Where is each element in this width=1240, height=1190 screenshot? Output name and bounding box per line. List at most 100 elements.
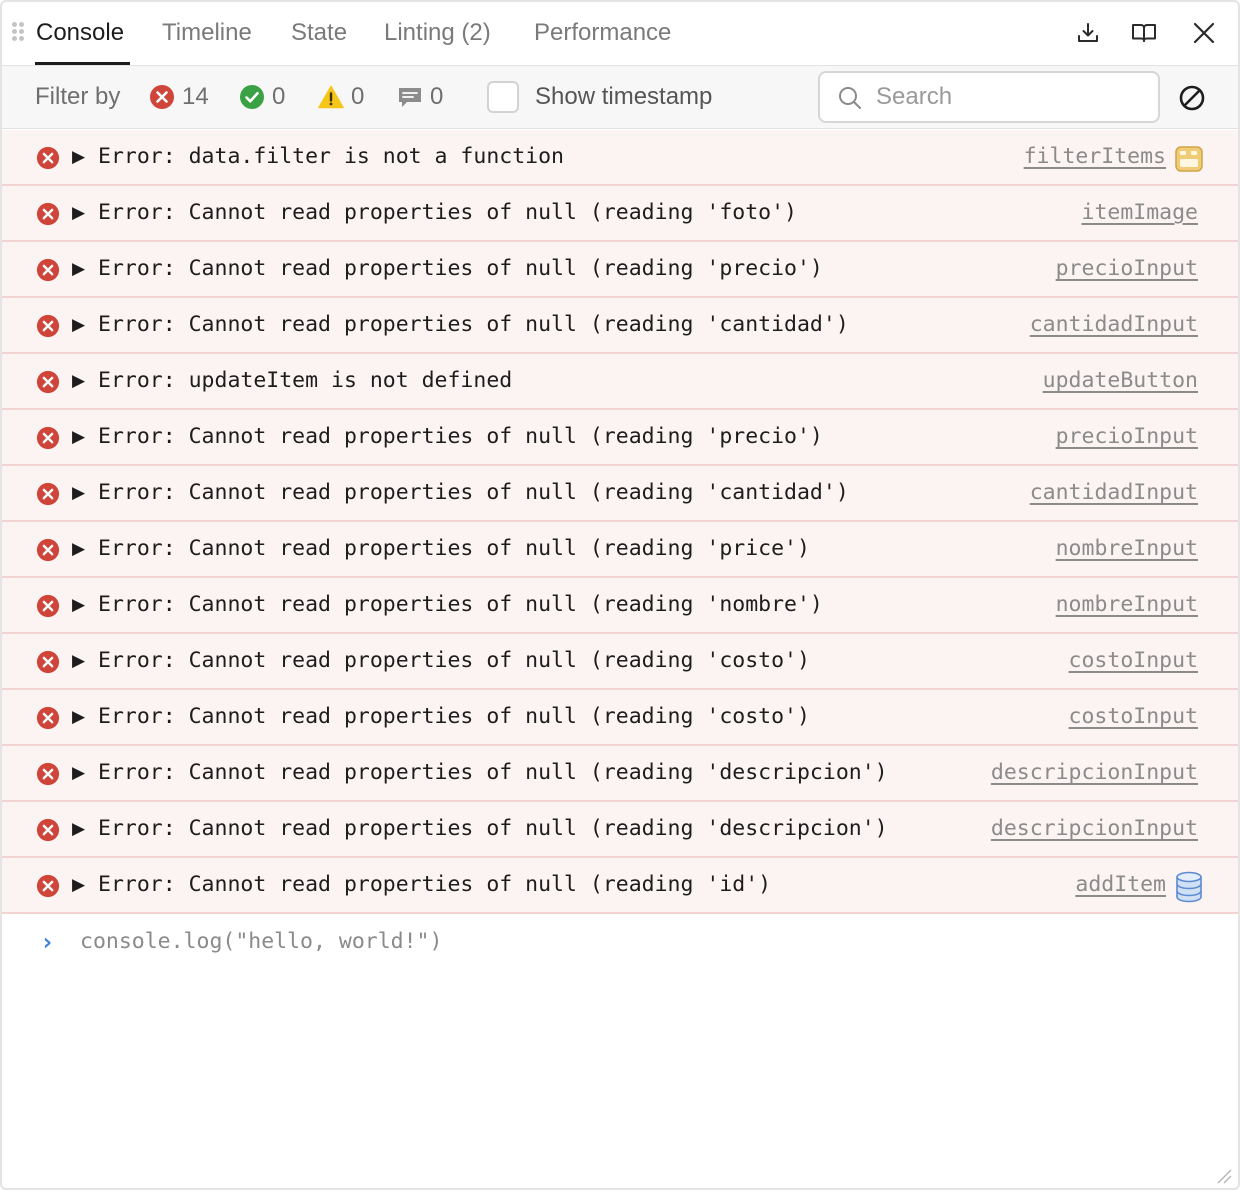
- log-source-link[interactable]: descripcionInput: [991, 815, 1198, 843]
- error-icon: [36, 706, 60, 730]
- download-button[interactable]: [1073, 18, 1103, 48]
- error-icon: [36, 594, 60, 618]
- log-source-link[interactable]: nombreInput: [1056, 591, 1198, 619]
- log-message: Error: data.filter is not a function: [98, 144, 564, 169]
- log-source-link[interactable]: cantidadInput: [1030, 479, 1198, 507]
- log-row[interactable]: ▶ Error: Cannot read properties of null (…: [2, 858, 1238, 914]
- message-filter[interactable]: 0: [397, 82, 443, 112]
- error-icon: [36, 538, 60, 562]
- tab-state[interactable]: State: [291, 16, 347, 50]
- log-message: Error: Cannot read properties of null (r…: [98, 816, 888, 841]
- log-source-link[interactable]: precioInput: [1056, 423, 1198, 451]
- log-source-link[interactable]: itemImage: [1082, 199, 1199, 227]
- error-count: 14: [182, 83, 209, 110]
- console-input[interactable]: console.log("hello, world!"): [80, 928, 442, 956]
- error-filter[interactable]: 14: [149, 82, 209, 112]
- log-source-link[interactable]: precioInput: [1056, 255, 1198, 283]
- error-icon: [36, 426, 60, 450]
- log-message: Error: Cannot read properties of null (r…: [98, 480, 849, 505]
- expand-caret-icon[interactable]: ▶: [72, 872, 85, 898]
- log-row[interactable]: ▶ Error: updateItem is not defined updateB…: [2, 354, 1238, 410]
- log-source-link[interactable]: cantidadInput: [1030, 311, 1198, 339]
- expand-caret-icon[interactable]: ▶: [72, 592, 85, 618]
- docs-button[interactable]: [1129, 18, 1159, 48]
- expand-caret-icon[interactable]: ▶: [72, 536, 85, 562]
- tab-linting[interactable]: Linting (2): [384, 16, 491, 50]
- error-icon: [36, 650, 60, 674]
- search-icon: [839, 87, 861, 109]
- log-row[interactable]: ▶ Error: Cannot read properties of null (…: [2, 186, 1238, 242]
- log-source-link[interactable]: costoInput: [1069, 703, 1198, 731]
- error-icon: [36, 202, 60, 226]
- filter-bar: Filter by 14 0 0 0 Show timestamp Search: [2, 66, 1238, 129]
- clear-console-button[interactable]: [1177, 83, 1207, 113]
- log-row[interactable]: ▶ Error: Cannot read properties of null (…: [2, 298, 1238, 354]
- expand-caret-icon[interactable]: ▶: [72, 424, 85, 450]
- download-icon: [1078, 23, 1098, 42]
- log-row[interactable]: ▶ Error: Cannot read properties of null (…: [2, 802, 1238, 858]
- clear-icon: [1179, 85, 1205, 111]
- expand-caret-icon[interactable]: ▶: [72, 368, 85, 394]
- log-message: Error: Cannot read properties of null (r…: [98, 872, 772, 897]
- error-icon: [36, 818, 60, 842]
- log-message: Error: updateItem is not defined: [98, 368, 513, 393]
- expand-caret-icon[interactable]: ▶: [72, 256, 85, 282]
- expand-caret-icon[interactable]: ▶: [72, 200, 85, 226]
- show-timestamp-checkbox[interactable]: [487, 81, 519, 113]
- log-message: Error: Cannot read properties of null (r…: [98, 256, 823, 281]
- error-icon: [36, 874, 60, 898]
- log-source-link[interactable]: nombreInput: [1056, 535, 1198, 563]
- search-box: [818, 71, 1160, 123]
- component-icon: [1174, 143, 1204, 173]
- check-circle-icon: [240, 85, 264, 109]
- log-source-link[interactable]: updateButton: [1043, 367, 1198, 395]
- log-source-link[interactable]: addItem: [1075, 871, 1166, 899]
- filter-label: Filter by: [35, 83, 121, 110]
- error-icon: [36, 482, 60, 506]
- error-icon: [36, 762, 60, 786]
- expand-caret-icon[interactable]: ▶: [72, 648, 85, 674]
- log-message: Error: Cannot read properties of null (r…: [98, 312, 849, 337]
- tab-performance[interactable]: Performance: [534, 16, 671, 50]
- log-message: Error: Cannot read properties of null (r…: [98, 424, 823, 449]
- log-source-link[interactable]: filterItems: [1024, 143, 1166, 171]
- expand-caret-icon[interactable]: ▶: [72, 760, 85, 786]
- error-icon: [36, 370, 60, 394]
- log-message: Error: Cannot read properties of null (r…: [98, 704, 810, 729]
- success-count: 0: [272, 83, 286, 110]
- active-tab-indicator: [35, 62, 130, 65]
- log-row[interactable]: ▶ Error: Cannot read properties of null (…: [2, 634, 1238, 690]
- close-button[interactable]: [1189, 18, 1219, 48]
- expand-caret-icon[interactable]: ▶: [72, 816, 85, 842]
- tab-console[interactable]: Console: [36, 16, 124, 50]
- warning-count: 0: [351, 83, 365, 110]
- log-row[interactable]: ▶ Error: Cannot read properties of null (…: [2, 690, 1238, 746]
- log-row[interactable]: ▶ Error: Cannot read properties of null (…: [2, 578, 1238, 634]
- log-row[interactable]: ▶ Error: Cannot read properties of null (…: [2, 242, 1238, 298]
- tab-bar: Console Timeline State Linting (2) Perfo…: [2, 2, 1238, 66]
- log-message: Error: Cannot read properties of null (r…: [98, 648, 810, 673]
- warning-icon: [318, 85, 344, 109]
- log-source-link[interactable]: descripcionInput: [991, 759, 1198, 787]
- log-message: Error: Cannot read properties of null (r…: [98, 200, 797, 225]
- message-count: 0: [430, 83, 444, 110]
- log-row[interactable]: ▶ Error: Cannot read properties of null (…: [2, 746, 1238, 802]
- expand-caret-icon[interactable]: ▶: [72, 480, 85, 506]
- success-filter[interactable]: 0: [239, 82, 285, 112]
- log-row[interactable]: ▶ Error: Cannot read properties of null (…: [2, 410, 1238, 466]
- log-row[interactable]: ▶ Error: data.filter is not a function fil…: [2, 130, 1238, 186]
- resize-grip-icon[interactable]: [1214, 1166, 1232, 1184]
- error-icon: [36, 314, 60, 338]
- log-row[interactable]: ▶ Error: Cannot read properties of null (…: [2, 522, 1238, 578]
- expand-caret-icon[interactable]: ▶: [72, 704, 85, 730]
- expand-caret-icon[interactable]: ▶: [72, 144, 85, 170]
- log-message: Error: Cannot read properties of null (r…: [98, 536, 810, 561]
- search-input[interactable]: [876, 81, 1146, 113]
- log-source-link[interactable]: costoInput: [1069, 647, 1198, 675]
- log-row[interactable]: ▶ Error: Cannot read properties of null (…: [2, 466, 1238, 522]
- drag-handle-icon[interactable]: [12, 22, 26, 46]
- tab-timeline[interactable]: Timeline: [162, 16, 252, 50]
- expand-caret-icon[interactable]: ▶: [72, 312, 85, 338]
- warning-filter[interactable]: 0: [318, 82, 364, 112]
- close-icon: [1193, 22, 1215, 44]
